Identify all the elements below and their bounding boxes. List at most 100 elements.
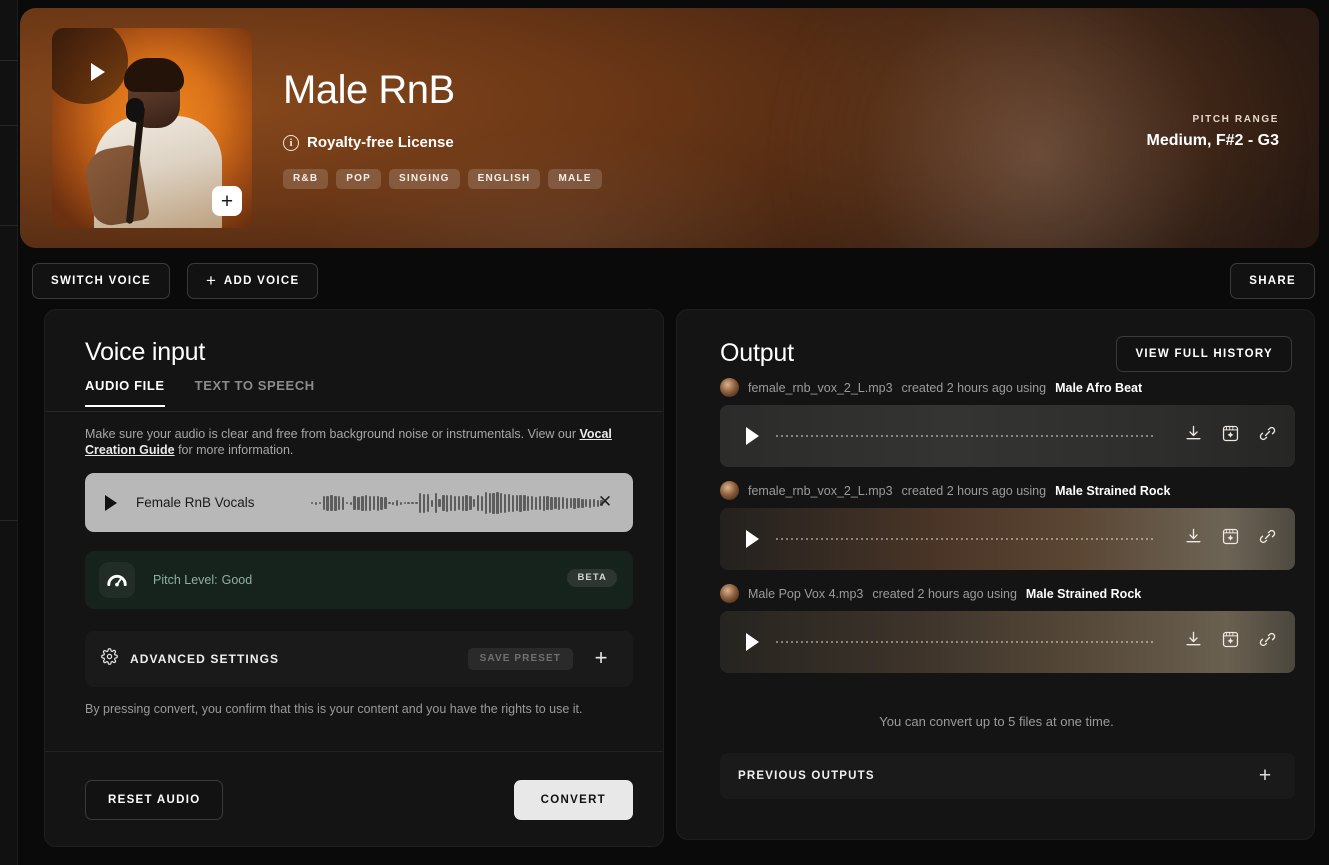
play-icon[interactable] — [746, 427, 759, 445]
helper-text-pre: Make sure your audio is clear and free f… — [85, 427, 580, 441]
output-created: created 2 hours ago using — [901, 483, 1047, 498]
list-item: female_rnb_vox_2_L.mp3 created 2 hours a… — [720, 481, 1295, 570]
audio-file-name: Female RnB Vocals — [136, 495, 255, 510]
voice-input-panel: Voice input AUDIO FILE TEXT TO SPEECH Ma… — [44, 309, 664, 847]
view-full-history-button[interactable]: VIEW FULL HISTORY — [1116, 336, 1292, 372]
download-icon[interactable] — [1184, 527, 1203, 546]
studio-icon[interactable] — [1221, 424, 1240, 443]
info-icon[interactable]: i — [283, 134, 299, 151]
gauge-icon — [99, 562, 135, 598]
app-rail — [0, 0, 18, 865]
plus-icon[interactable]: + — [589, 644, 613, 672]
output-voice-name: Male Afro Beat — [1055, 380, 1143, 395]
microphone-head — [126, 98, 144, 122]
pitch-level-card: Pitch Level: Good BETA — [85, 551, 633, 609]
singer-hair — [124, 58, 184, 92]
convert-button[interactable]: CONVERT — [513, 780, 633, 820]
license-label: Royalty-free License — [307, 134, 454, 151]
add-voice-button[interactable]: + ADD VOICE — [186, 263, 319, 299]
audio-file-row[interactable]: Female RnB Vocals ✕ — [85, 473, 633, 532]
output-player[interactable] — [720, 611, 1295, 673]
voice-input-tabs: AUDIO FILE TEXT TO SPEECH — [85, 378, 315, 407]
page-root: + Male RnB i Royalty-free License R&B PO… — [18, 0, 1329, 865]
convert-limit-note: You can convert up to 5 files at one tim… — [879, 714, 1114, 729]
list-item: female_rnb_vox_2_L.mp3 created 2 hours a… — [720, 378, 1295, 467]
voice-toolbar: SWITCH VOICE + ADD VOICE SHARE — [32, 263, 1315, 299]
output-meta: Male Pop Vox 4.mp3 created 2 hours ago u… — [720, 584, 1295, 603]
avatar — [720, 481, 739, 500]
progress-bar[interactable] — [776, 538, 1155, 540]
close-icon[interactable]: ✕ — [595, 492, 615, 512]
add-voice-label: ADD VOICE — [223, 275, 300, 287]
gear-icon — [101, 648, 118, 670]
rail-divider — [0, 125, 18, 126]
license-row: i Royalty-free License — [283, 134, 454, 151]
output-created: created 2 hours ago using — [901, 380, 1047, 395]
tag-chip: SINGING — [388, 169, 460, 189]
advanced-settings-row[interactable]: ADVANCED SETTINGS SAVE PRESET + — [85, 631, 633, 687]
output-player[interactable] — [720, 405, 1295, 467]
avatar — [720, 378, 739, 397]
download-icon[interactable] — [1184, 630, 1203, 649]
reset-audio-button[interactable]: RESET AUDIO — [85, 780, 224, 820]
plus-icon[interactable]: + — [1253, 762, 1277, 790]
advanced-settings-label: ADVANCED SETTINGS — [130, 652, 280, 666]
tag-chip: POP — [336, 169, 381, 189]
plus-icon[interactable]: + — [212, 186, 242, 216]
output-meta: female_rnb_vox_2_L.mp3 created 2 hours a… — [720, 481, 1295, 500]
tag-chip: R&B — [283, 169, 329, 189]
rail-divider — [0, 225, 18, 226]
beta-badge: BETA — [567, 569, 617, 587]
tab-audio-file[interactable]: AUDIO FILE — [85, 378, 165, 407]
download-icon[interactable] — [1184, 424, 1203, 443]
legal-note: By pressing convert, you confirm that th… — [85, 702, 583, 716]
pitch-level-label: Pitch Level: — [153, 573, 218, 587]
rail-divider — [0, 60, 18, 61]
output-list: female_rnb_vox_2_L.mp3 created 2 hours a… — [720, 378, 1295, 687]
previous-outputs-row[interactable]: PREVIOUS OUTPUTS + — [720, 753, 1295, 799]
panel-divider — [45, 751, 663, 752]
output-player[interactable] — [720, 508, 1295, 570]
save-preset-button[interactable]: SAVE PRESET — [467, 648, 573, 670]
progress-bar[interactable] — [776, 435, 1155, 437]
pitch-range-block: PITCH RANGE Medium, F#2 - G3 — [1147, 114, 1279, 150]
output-title: Output — [720, 339, 794, 367]
voice-thumbnail[interactable]: + — [52, 28, 252, 228]
voice-hero-banner: + Male RnB i Royalty-free License R&B PO… — [20, 8, 1319, 248]
output-voice-name: Male Strained Rock — [1055, 483, 1171, 498]
helper-text-post: for more information. — [174, 443, 294, 457]
play-icon[interactable] — [746, 633, 759, 651]
switch-voice-button[interactable]: SWITCH VOICE — [32, 263, 170, 299]
list-item: Male Pop Vox 4.mp3 created 2 hours ago u… — [720, 584, 1295, 673]
output-meta: female_rnb_vox_2_L.mp3 created 2 hours a… — [720, 378, 1295, 397]
output-filename: female_rnb_vox_2_L.mp3 — [748, 380, 893, 395]
pitch-level-value: Good — [221, 573, 253, 587]
share-button[interactable]: SHARE — [1230, 263, 1315, 299]
studio-icon[interactable] — [1221, 527, 1240, 546]
link-icon[interactable] — [1258, 630, 1277, 649]
tab-text-to-speech[interactable]: TEXT TO SPEECH — [195, 378, 315, 407]
pitch-range-value: Medium, F#2 - G3 — [1146, 132, 1279, 149]
output-filename: Male Pop Vox 4.mp3 — [748, 586, 864, 601]
play-icon[interactable] — [746, 530, 759, 548]
output-voice-name: Male Strained Rock — [1025, 586, 1142, 601]
link-icon[interactable] — [1258, 527, 1277, 546]
pitch-range-label: PITCH RANGE — [1192, 114, 1279, 125]
studio-icon[interactable] — [1221, 630, 1240, 649]
tag-chip: MALE — [548, 169, 602, 189]
previous-outputs-label: PREVIOUS OUTPUTS — [738, 770, 875, 782]
tabs-divider — [45, 411, 663, 412]
link-icon[interactable] — [1258, 424, 1277, 443]
progress-bar[interactable] — [776, 641, 1155, 643]
voice-tags: R&B POP SINGING ENGLISH MALE — [283, 169, 602, 189]
helper-text: Make sure your audio is clear and free f… — [85, 426, 625, 458]
page-title: Male RnB — [283, 68, 455, 112]
output-filename: female_rnb_vox_2_L.mp3 — [748, 483, 893, 498]
pitch-level-row: Pitch Level: Good — [149, 573, 252, 587]
play-icon[interactable] — [105, 494, 117, 511]
tag-chip: ENGLISH — [467, 169, 541, 189]
avatar — [720, 584, 739, 603]
output-panel: Output VIEW FULL HISTORY female_rnb_vox_… — [676, 309, 1315, 840]
waveform — [311, 491, 603, 515]
voice-input-title: Voice input — [85, 338, 206, 366]
